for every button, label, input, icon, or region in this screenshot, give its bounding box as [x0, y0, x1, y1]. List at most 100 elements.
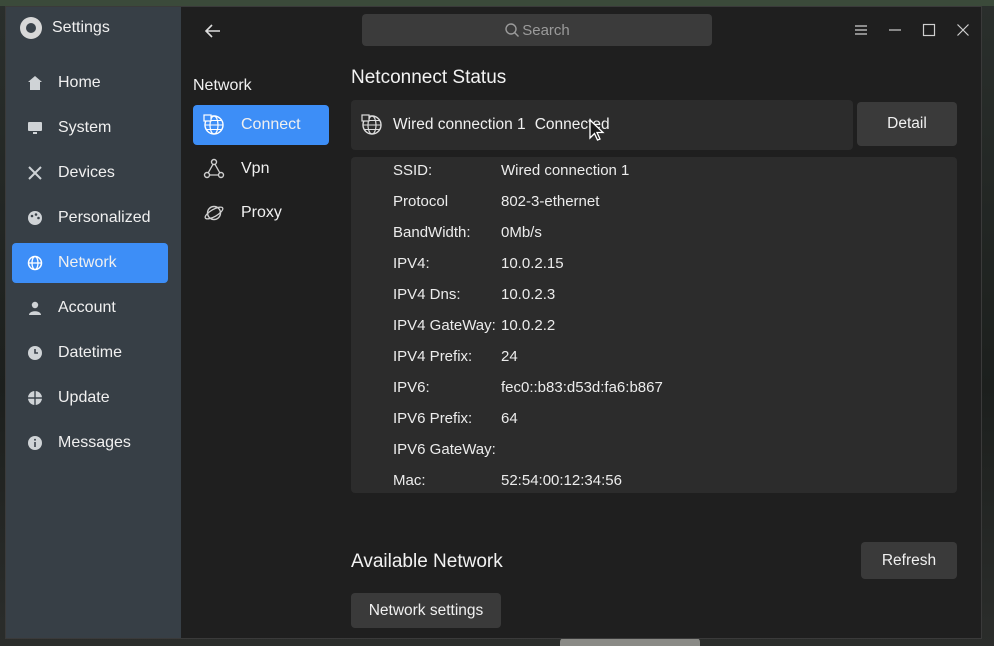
user-icon	[26, 299, 44, 317]
sidebar-item-label: Home	[58, 74, 101, 91]
detail-key: SSID:	[393, 162, 433, 179]
update-icon	[26, 389, 44, 407]
sidebar-item-messages[interactable]: Messages	[12, 423, 168, 463]
detail-key: IPV6 Prefix:	[393, 410, 473, 427]
refresh-button[interactable]: Refresh	[861, 542, 957, 579]
minimize-button[interactable]	[884, 19, 906, 41]
detail-row-ssid: SSID: Wired connection 1	[393, 162, 629, 179]
detail-row-ipv4-prefix: IPV4 Prefix: 24	[393, 348, 518, 365]
detail-button[interactable]: Detail	[857, 102, 957, 146]
detail-row-ipv6-gateway: IPV6 GateWay:	[393, 441, 501, 458]
sidebar-item-update[interactable]: Update	[12, 378, 168, 418]
back-button[interactable]	[201, 19, 225, 43]
subnav-item-label: Proxy	[241, 204, 282, 221]
sidebar-item-label: Update	[58, 389, 110, 406]
sidebar-item-label: Account	[58, 299, 116, 316]
minimize-icon	[889, 29, 901, 31]
subnav-item-label: Vpn	[241, 160, 270, 177]
detail-row-ipv4: IPV4: 10.0.2.15	[393, 255, 564, 272]
sidebar-item-devices[interactable]: Devices	[12, 153, 168, 193]
detail-key: IPV4:	[393, 255, 430, 272]
subnav-item-connect[interactable]: Connect	[193, 105, 329, 145]
connection-status-row: Wired connection 1 Connected Detail	[351, 100, 957, 150]
detail-key: IPV4 Dns:	[393, 286, 461, 303]
hamburger-icon	[855, 25, 867, 35]
subnav-title: Network	[193, 77, 252, 94]
app-title-label: Settings	[52, 19, 110, 36]
sidebar-item-home[interactable]: Home	[12, 63, 168, 103]
sidebar-nav: Home System Devices Personalized Network…	[12, 63, 168, 468]
subnav-item-label: Connect	[241, 116, 301, 133]
menu-button[interactable]	[850, 19, 872, 41]
planet-icon	[204, 205, 224, 221]
detail-value: 10.0.2.3	[501, 286, 556, 303]
globe-icon	[26, 254, 44, 272]
maximize-button[interactable]	[918, 19, 940, 41]
settings-logo-icon	[20, 17, 42, 39]
detail-value: 64	[501, 410, 518, 427]
close-button[interactable]	[952, 19, 974, 41]
sidebar-item-network[interactable]: Network	[12, 243, 168, 283]
ethernet-globe-icon	[203, 114, 224, 135]
available-network-heading: Available Network	[351, 551, 503, 572]
search-input[interactable]: Search	[362, 14, 712, 46]
detail-key: Protocol	[393, 193, 449, 210]
main-sidebar: Settings Home System Devices Personalize…	[6, 7, 181, 638]
detail-value: fec0::b83:d53d:fa6:b867	[501, 379, 663, 396]
subnav-list: Connect Vpn Proxy	[193, 105, 329, 237]
search-placeholder: Search	[522, 21, 570, 39]
sidebar-item-account[interactable]: Account	[12, 288, 168, 328]
clock-icon	[26, 344, 44, 362]
sidebar-item-personalized[interactable]: Personalized	[12, 198, 168, 238]
detail-value: Wired connection 1	[501, 162, 630, 179]
vpn-nodes-icon	[203, 158, 225, 179]
search-icon	[505, 23, 520, 37]
sidebar-item-datetime[interactable]: Datetime	[12, 333, 168, 373]
detail-value: 10.0.2.2	[501, 317, 556, 334]
subnav-item-proxy[interactable]: Proxy	[193, 193, 329, 233]
detail-row-protocol: Protocol 802-3-ethernet	[393, 193, 599, 210]
sidebar-item-system[interactable]: System	[12, 108, 168, 148]
mouse-cursor-icon	[589, 118, 605, 141]
main-content: Netconnect Status Wired connection 1 Con…	[351, 67, 957, 628]
detail-value: 52:54:00:12:34:56	[501, 472, 622, 489]
devices-icon	[26, 164, 44, 182]
network-settings-button[interactable]: Network settings	[351, 593, 501, 628]
sidebar-item-label: Network	[58, 254, 117, 271]
detail-row-ipv4-gateway: IPV4 GateWay: 10.0.2.2	[393, 317, 555, 334]
sidebar-item-label: Devices	[58, 164, 115, 181]
detail-row-bandwidth: BandWidth: 0Mb/s	[393, 224, 542, 241]
sidebar-item-label: Messages	[58, 434, 131, 451]
app-title: Settings	[20, 17, 110, 39]
arrow-left-icon	[204, 24, 220, 38]
detail-key: BandWidth:	[393, 224, 471, 241]
detail-value: 24	[501, 348, 518, 365]
desktop-decoration	[560, 638, 700, 646]
monitor-icon	[26, 119, 44, 137]
detail-row-mac: Mac: 52:54:00:12:34:56	[393, 472, 622, 489]
detail-key: IPV4 GateWay:	[393, 317, 496, 334]
detail-value: 10.0.2.15	[501, 255, 564, 272]
sidebar-item-label: Datetime	[58, 344, 123, 361]
detail-key: IPV4 Prefix:	[393, 348, 473, 365]
connection-details-panel: SSID: Wired connection 1 Protocol 802-3-et…	[351, 157, 957, 493]
home-icon	[26, 74, 44, 92]
detail-key: IPV6 GateWay:	[393, 441, 496, 458]
ethernet-globe-icon	[361, 114, 382, 135]
netconnect-status-heading: Netconnect Status	[351, 67, 507, 88]
network-subnav: Network Connect Vpn Proxy	[181, 7, 333, 638]
sidebar-item-label: Personalized	[58, 209, 151, 226]
subnav-item-vpn[interactable]: Vpn	[193, 149, 329, 189]
info-icon	[26, 434, 44, 452]
detail-row-ipv4-dns: IPV4 Dns: 10.0.2.3	[393, 286, 555, 303]
sidebar-item-label: System	[58, 119, 112, 136]
close-icon	[957, 24, 969, 36]
settings-window: Settings Home System Devices Personalize…	[5, 6, 982, 639]
maximize-icon	[922, 23, 936, 37]
detail-row-ipv6: IPV6: fec0::b83:d53d:fa6:b867	[393, 379, 663, 396]
palette-icon	[26, 209, 44, 227]
detail-key: IPV6:	[393, 379, 430, 396]
detail-row-ipv6-prefix: IPV6 Prefix: 64	[393, 410, 518, 427]
detail-value: 0Mb/s	[501, 224, 542, 241]
connection-name: Wired connection 1	[393, 116, 526, 133]
